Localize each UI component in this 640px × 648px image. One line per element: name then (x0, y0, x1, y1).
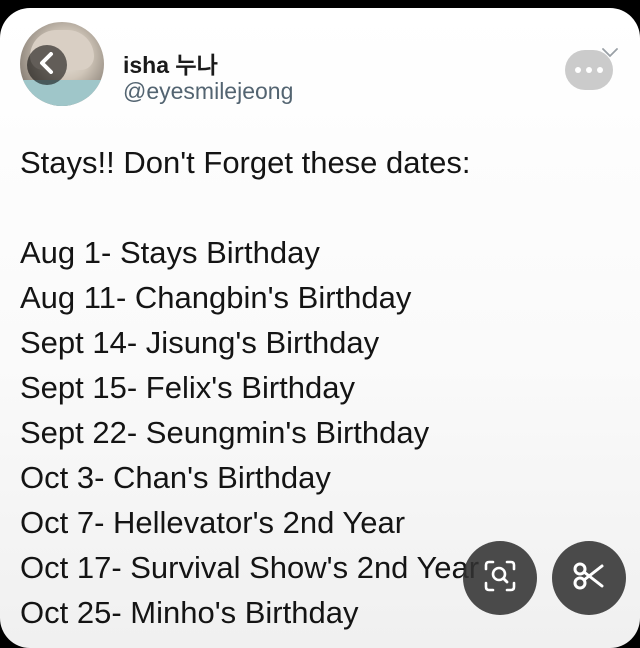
avatar-shirt (20, 80, 104, 106)
more-horizontal-icon-dot (597, 67, 603, 73)
lens-search-icon (483, 559, 517, 598)
tweet-card: isha 누나 @eyesmilejeong Stays!! Don't For… (0, 8, 640, 648)
chevron-left-icon (38, 51, 56, 79)
tweet-line: Sept 15- Felix's Birthday (20, 370, 356, 405)
more-options-button[interactable] (565, 50, 613, 90)
more-horizontal-icon-dot (575, 67, 581, 73)
tweet-line: Oct 25- Minho's Birthday (20, 595, 359, 630)
lens-search-button[interactable] (463, 541, 537, 615)
scissors-icon (572, 559, 606, 598)
cut-button[interactable] (552, 541, 626, 615)
tweet-text: Stays!! Don't Forget these dates: Aug 1-… (20, 140, 479, 635)
more-horizontal-icon-dot (586, 67, 592, 73)
tweet-line: Aug 1- Stays Birthday (20, 235, 320, 270)
screen: isha 누나 @eyesmilejeong Stays!! Don't For… (0, 0, 640, 648)
user-handle[interactable]: @eyesmilejeong (123, 78, 293, 105)
tweet-line: Oct 7- Hellevator's 2nd Year (20, 505, 406, 540)
tweet-line: Sept 14- Jisung's Birthday (20, 325, 380, 360)
tweet-line: Oct 17- Survival Show's 2nd Year (20, 550, 480, 585)
tweet-line: Oct 3- Chan's Birthday (20, 460, 331, 495)
tweet-line: Sept 22- Seungmin's Birthday (20, 415, 430, 450)
back-button[interactable] (27, 45, 67, 85)
display-name[interactable]: isha 누나 (123, 46, 218, 80)
tweet-heading: Stays!! Don't Forget these dates: (20, 145, 471, 180)
tweet-line: Aug 11- Changbin's Birthday (20, 280, 412, 315)
